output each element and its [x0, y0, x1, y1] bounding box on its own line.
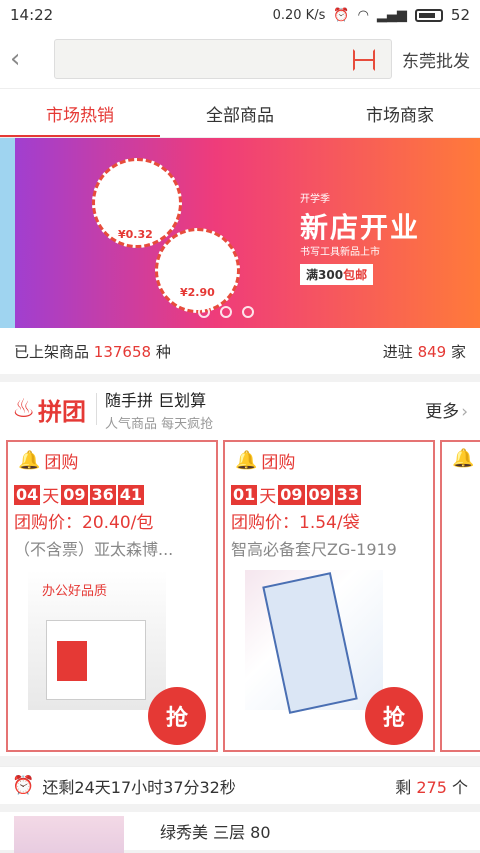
ruler-illustration — [262, 572, 358, 714]
products-count-suffix: 种 — [155, 342, 171, 361]
banner-prev-peek — [0, 138, 15, 328]
countdown-days-unit: 天 — [259, 487, 277, 507]
group-buy-subtitle: 人气商品 每天疯抢 — [105, 416, 214, 432]
countdown-timer: 01 天 09 09 33 — [231, 482, 362, 507]
battery-level: 52 — [450, 6, 470, 24]
status-indicators: 0.20 K/s ⏰ ◠ ▂▄▆ 52 — [273, 6, 470, 24]
card-label: 🔔 团购 — [18, 448, 78, 473]
merchants-count-prefix: 进驻 — [382, 342, 413, 361]
image-caption: 办公好品质 — [42, 584, 108, 599]
product-name: 智高必备套尺ZG-1919 — [231, 540, 397, 559]
paper-box-illustration — [46, 620, 146, 700]
banner-pager — [198, 306, 254, 318]
wifi-icon: ◠ — [357, 7, 369, 23]
remaining-time: 还剩24天17小时37分32秒 — [42, 777, 236, 797]
remaining-stock: 剩 275 个 — [395, 774, 468, 798]
top-header: ‹ 东莞批发 — [0, 30, 480, 88]
countdown-hours: 09 — [278, 484, 305, 505]
status-bar: 14:22 0.20 K/s ⏰ ◠ ▂▄▆ 52 — [0, 0, 480, 30]
market-stats: 已上架商品 137658 种 进驻 849 家 — [0, 328, 480, 374]
product-image-ruler — [245, 570, 383, 714]
battery-icon — [414, 8, 443, 22]
merchants-count: 进驻 849 家 — [383, 341, 466, 362]
back-icon[interactable]: ‹ — [10, 44, 40, 74]
search-input[interactable] — [54, 39, 392, 79]
banner-price-1: ¥0.32 — [118, 228, 153, 241]
network-speed: 0.20 K/s — [272, 7, 326, 23]
signal-icon: ▂▄▆ — [376, 7, 407, 23]
group-buy-logo: 拼团 — [38, 397, 86, 426]
tab-market-merchants[interactable]: 市场商家 — [320, 89, 480, 137]
bell-icon: 🔔 — [452, 448, 475, 469]
countdown-hours: 09 — [61, 484, 88, 505]
next-product-title: 绿秀美 三层 80 — [160, 823, 271, 842]
countdown-minutes: 09 — [306, 484, 333, 505]
products-count-prefix: 已上架商品 — [14, 342, 90, 361]
chevron-right-icon: › — [461, 401, 468, 422]
product-image-paper: 办公好品质 — [28, 570, 166, 710]
status-time: 14:22 — [10, 6, 54, 24]
more-label: 更多 — [425, 401, 460, 422]
bell-icon: 🔔 — [235, 450, 258, 471]
bell-icon: 🔔 — [18, 450, 41, 471]
more-link[interactable]: 更多 › — [425, 397, 468, 422]
group-buy-card-partial[interactable]: 🔔 — [440, 440, 480, 752]
group-buy-header: ♨ 拼团 随手拼 巨划算 人气商品 每天疯抢 更多 › — [0, 382, 480, 436]
alarm-clock-icon: ⏰ — [12, 775, 35, 796]
next-product-item[interactable]: 绿秀美 三层 80 — [0, 812, 480, 853]
product-thumbnail — [14, 816, 124, 853]
products-count-value: 137658 — [93, 342, 152, 361]
countdown-days: 01 — [231, 484, 258, 505]
tab-market-hot[interactable]: 市场热销 — [0, 89, 160, 137]
alarm-status-icon: ⏰ — [333, 7, 350, 23]
countdown-seconds: 41 — [117, 484, 145, 505]
group-price: 团购价：20.40/包 — [14, 513, 154, 533]
scan-icon[interactable] — [353, 49, 375, 71]
banner-product-pencils — [155, 228, 240, 313]
remaining-time-bar: ⏰ 还剩24天17小时37分32秒 剩 275 个 — [0, 766, 480, 804]
divider — [96, 393, 97, 425]
pager-dot[interactable] — [198, 306, 210, 318]
card-label-text: 团购 — [261, 453, 296, 473]
tab-bar: 市场热销 全部商品 市场商家 — [0, 88, 480, 138]
banner-title: 新店开业 — [300, 211, 421, 244]
group-price: 团购价：1.54/袋 — [231, 513, 360, 533]
group-buy-texts: 随手拼 巨划算 人气商品 每天疯抢 — [105, 387, 425, 432]
group-buy-cards: 🔔 团购 04 天 09 36 41 团购价：20.40/包 （不含票）亚太森博.… — [0, 436, 480, 756]
product-name: （不含票）亚太森博... — [14, 540, 174, 559]
grab-button[interactable]: 抢 — [365, 687, 423, 745]
products-count: 已上架商品 137658 种 — [14, 341, 171, 362]
banner-subtitle: 开学季 — [300, 194, 330, 205]
fire-icon: ♨ — [12, 394, 36, 424]
market-name[interactable]: 东莞批发 — [402, 47, 470, 72]
grab-button[interactable]: 抢 — [148, 687, 206, 745]
card-label: 🔔 团购 — [235, 448, 295, 473]
countdown-days-unit: 天 — [42, 487, 60, 507]
countdown-timer: 04 天 09 36 41 — [14, 482, 145, 507]
remaining-stock-suffix: 个 — [451, 777, 468, 797]
countdown-days: 04 — [14, 484, 41, 505]
remaining-stock-value: 275 — [416, 777, 447, 797]
countdown-minutes: 36 — [89, 484, 116, 505]
banner-caption: 书写工具新品上市 — [300, 247, 380, 258]
merchants-count-suffix: 家 — [450, 342, 466, 361]
banner-promo: 满300包邮 — [300, 264, 374, 285]
group-buy-card[interactable]: 🔔 团购 04 天 09 36 41 团购价：20.40/包 （不含票）亚太森博.… — [6, 440, 218, 752]
banner-promo-highlight: 包邮 — [343, 268, 368, 282]
pager-dot[interactable] — [242, 306, 254, 318]
pager-dot[interactable] — [220, 306, 232, 318]
group-buy-card[interactable]: 🔔 团购 01 天 09 09 33 团购价：1.54/袋 智高必备套尺ZG-19… — [223, 440, 435, 752]
tab-all-products[interactable]: 全部商品 — [160, 89, 320, 137]
group-buy-title: 随手拼 巨划算 — [105, 390, 207, 410]
merchants-count-value: 849 — [417, 342, 447, 361]
card-label-text: 团购 — [44, 453, 79, 473]
remaining-stock-prefix: 剩 — [395, 777, 412, 797]
banner-price-2: ¥2.90 — [180, 286, 215, 299]
countdown-seconds: 33 — [334, 484, 362, 505]
app-screen: 14:22 0.20 K/s ⏰ ◠ ▂▄▆ 52 ‹ 东莞批发 市场热销 全部… — [0, 0, 480, 853]
card-label: 🔔 — [452, 448, 474, 469]
promo-banner[interactable]: ¥0.32 ¥2.90 开学季 新店开业 书写工具新品上市 满300包邮 — [0, 138, 480, 328]
banner-promo-prefix: 满300 — [306, 268, 344, 282]
